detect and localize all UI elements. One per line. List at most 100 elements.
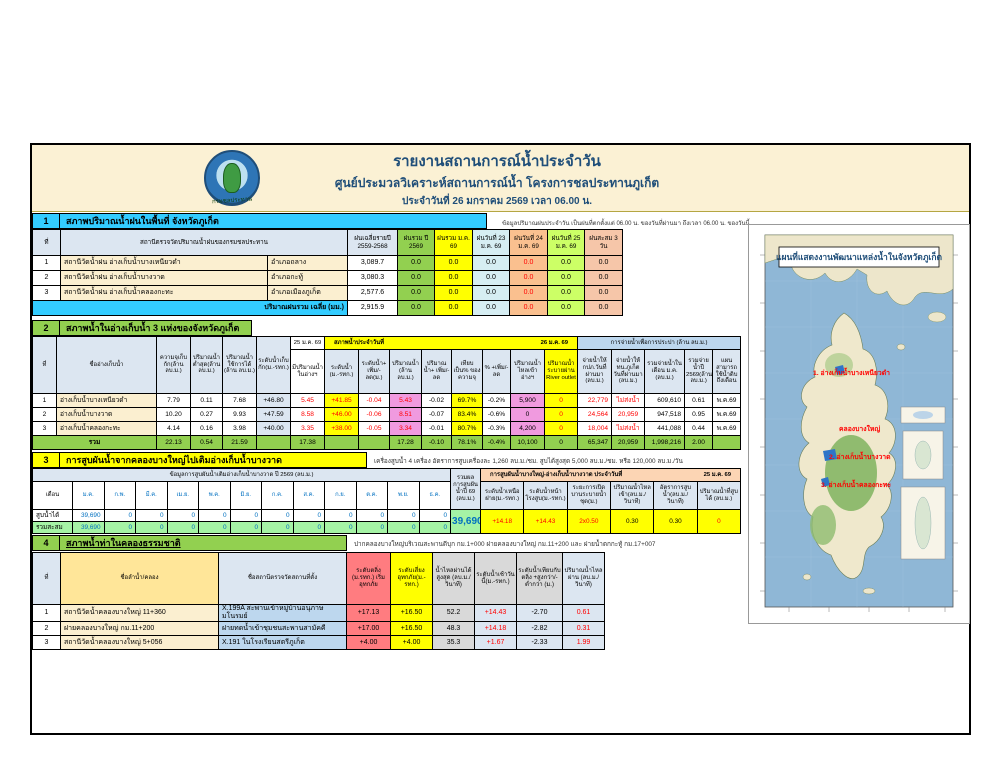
cell: 0.0 [473,271,510,286]
cell [257,436,291,450]
band-daily-label: สภาพน้ำประจำวันที่ [334,340,384,347]
cell: +1.67 [475,636,517,650]
cell: ระดับน้ำเก็บกัก(ม.-รทก.) [257,337,291,394]
cell: 0 [545,436,578,450]
cell: 0 [697,510,740,534]
cell: 3 [33,636,61,650]
cell: 0.0 [435,286,473,301]
table-row: 3สถานีวัดน้ำคลองบางใหญ่ 5+056X.191 ในโรง… [33,636,605,650]
canal-table: ที่ ชื่อลำน้ำ/คลอง ชื่อสถานีตรวจวัดสถานท… [32,552,605,650]
cell: 0 [230,510,262,522]
cell: ปริมาณน้ำที่สูบได้ (ลบ.ม.) [697,482,740,510]
cell: 0 [167,510,199,522]
cell: พ.ค.69 [713,408,741,422]
cell: น้ำไหลผ่านได้สูงสุด (ลบ.ม./วินาที) [433,553,475,605]
cell: 2,577.6 [348,286,398,301]
cell: 0 [199,522,231,534]
cell: ที่ [33,553,61,605]
cell: ปริมาณน้ำใช้การได้ (ล้าน ลบ.ม.) [223,337,257,394]
cell: 0.0 [473,286,510,301]
cell: -0.2% [483,394,511,408]
cell: พ.ค. [199,482,231,510]
cell: ฝนวันที่ 24 ม.ค. 69 [510,230,548,256]
cell: 20,959 [612,408,645,422]
cell: 17.28 [390,436,422,450]
cell: ที่ [33,230,61,256]
cell: 22,779 [578,394,612,408]
cell: 3 [33,422,57,436]
cell: 0 [262,510,294,522]
cell: 0.0 [548,286,585,301]
cell: -0.07 [422,408,452,422]
cell: 0.0 [548,256,585,271]
cell: มีปริมาณน้ำในอ่างฯ [291,350,325,394]
section1-number: 1 [32,213,60,229]
cell: ระดับน้ำหน้าโรงสูบ(ม.-รทก.) [524,482,567,510]
cell: 0 [136,510,168,522]
cell: 17.38 [291,436,325,450]
cell: 0.0 [548,271,585,286]
cell: -2.70 [517,605,563,622]
cell: % +เพิ่ม/-ลด [483,350,511,394]
cell: จ่ายน้ำให้ กปภ.วันที่ผ่านมา (ลบ.ม.) [578,350,612,394]
cell: ปริมาณน้ำไหลเข้าอ่างฯ [511,350,545,394]
cell: 1 [33,605,61,622]
cell: 0 [388,510,420,522]
cell: -0.10 [422,436,452,450]
cell: 0 [545,422,578,436]
pumping-caption-right: การสูบผันน้ำบางใหญ่-อ่างเก็บน้ำบางวาด ปร… [481,469,741,482]
cell: 0 [419,522,451,534]
cell: อ่างเก็บน้ำคลองกะทะ [57,422,157,436]
report-subtitle: ศูนย์ประมวลวิเคราะห์สถานการณ์น้ำ โครงการ… [282,173,712,193]
cell: 0.0 [435,271,473,286]
rainfall-table: ที่ สถานีตรวจวัดปริมาณน้ำฝนของกรมชลประทา… [32,229,623,316]
cell: ปริมาณน้ำต่ำสุด(ล้าน ลบ.ม.) [191,337,223,394]
cell: 0.61 [685,394,713,408]
cell: 2 [33,271,61,286]
table-row: 1อ่างเก็บน้ำบางเหนียวดำ7.790.117.68+46.8… [33,394,741,408]
cell: 0 [356,510,388,522]
cell: 1,998,216 [645,436,685,450]
cell: ระดับน้ำเทียบกับตลิ่ง +สูงกว่า/-ต่ำกว่า … [517,553,563,605]
pumping-header-row: เดือน ม.ค. ก.พ. มี.ค. เม.ย. พ.ค. มิ.ย. ก… [33,482,741,510]
cell: 0.0 [585,256,623,271]
cell: สูบน้ำได้ [33,510,73,522]
cell: ฝนสะสม 3 วัน [585,230,623,256]
cell: พ.ย. [388,482,420,510]
cell: มิ.ย. [230,482,262,510]
cell: 0.0 [398,301,435,316]
cell: ที่ [33,337,57,394]
cell: 5,900 [511,394,545,408]
cell: 0.61 [563,605,605,622]
report-page: กรมชลประทาน รายงานสถานการณ์น้ำประจำวัน ศ… [0,0,1000,772]
cell: 5.45 [291,394,325,408]
section1-title: สภาพปริมาณน้ำฝนในพื้นที่ จังหวัดภูเก็ต [60,213,487,229]
cell: 0 [545,394,578,408]
cell: ปริมาณน้ำไหลเข้า(ลบ.ม./วินาที) [611,482,654,510]
cell [713,436,741,450]
cell: 20,959 [612,436,645,450]
cell: +46.80 [257,394,291,408]
table-row: 1สถานีวัดน้ำคลองบางใหญ่ 11+360X.199A สะพ… [33,605,605,622]
cell: 39,690 [73,522,105,534]
cell: เทียบเป็น% ของความจุ [452,350,483,394]
phuket-map-panel: แผนที่แสดงงานพัฒนาแหล่งน้ำในจังหวัดภูเก็… [748,224,970,624]
cell: 0 [104,510,136,522]
cell: สถานีตรวจวัดปริมาณน้ำฝนของกรมชลประทาน [61,230,348,256]
cell: แผนสามารถใช้น้ำดิบถึงเดือน [713,350,741,394]
cell: 9.93 [223,408,257,422]
cell: รวมสะสม [33,522,73,534]
cell: ระดับน้ำ+ เพิ่ม/-ลด(ม.) [359,350,390,394]
cell: ระยะการเปิดบานระบายน้ำ ชุด(ม.) [567,482,610,510]
cell: X.191 ในโรงเรียนสตรีภูเก็ต [219,636,347,650]
canal-header-row: ที่ ชื่อลำน้ำ/คลอง ชื่อสถานีตรวจวัดสถานท… [33,553,605,605]
cell: 0 [199,510,231,522]
cell: ฝนรวม ม.ค. 69 [435,230,473,256]
cell: 69.7% [452,394,483,408]
cell: ฝนวันที่ 25 ม.ค. 69 [548,230,585,256]
cell: 2.00 [685,436,713,450]
section3-number: 3 [32,452,60,468]
cell: 0.0 [398,271,435,286]
cell: 0.0 [548,301,585,316]
pumping-row: สูบน้ำได้ 39,690 0 0 0 0 0 0 0 0 0 0 0 3… [33,510,741,522]
